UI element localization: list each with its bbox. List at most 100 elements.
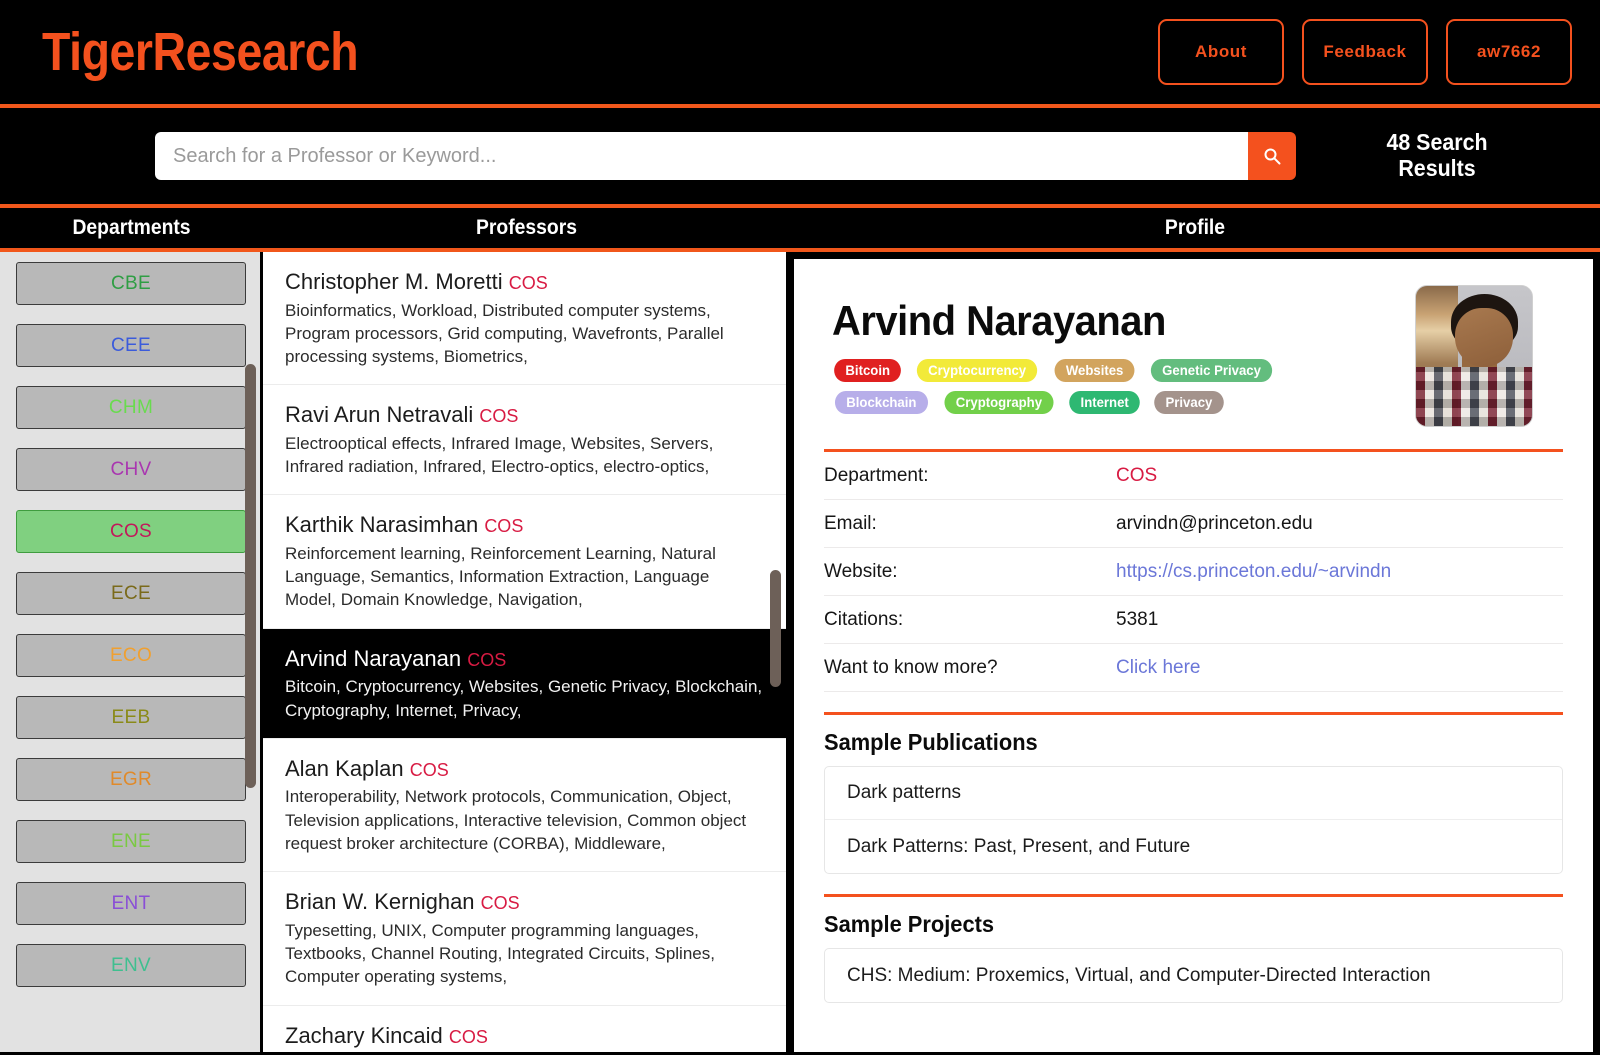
department-button-ent[interactable]: ENT	[16, 882, 246, 925]
professor-department-tag: COS	[479, 406, 518, 426]
publications-list: Dark patternsDark Patterns: Past, Presen…	[824, 766, 1563, 874]
professor-department-tag: COS	[481, 893, 520, 913]
department-button-egr[interactable]: EGR	[16, 758, 246, 801]
profile-tag: Cryptography	[944, 391, 1053, 414]
publications-title: Sample Publications	[824, 729, 1526, 756]
projects-title: Sample Projects	[824, 911, 1526, 938]
divider-publications	[824, 712, 1563, 715]
department-button-eco[interactable]: ECO	[16, 634, 246, 677]
professor-keywords: Bioinformatics, Workload, Distributed co…	[285, 299, 764, 369]
profile-panel: Arvind Narayanan BitcoinCryptocurrencyWe…	[790, 252, 1600, 1052]
professor-department-tag: COS	[410, 760, 449, 780]
profile-info-label: Citations:	[824, 609, 1116, 631]
profile-info-table: Department:COS Email:arvindn@princeton.ed…	[824, 452, 1563, 692]
profile-tag: Genetic Privacy	[1151, 359, 1272, 382]
about-button[interactable]: About	[1158, 19, 1284, 85]
department-button-ene[interactable]: ENE	[16, 820, 246, 863]
professor-list-item[interactable]: Karthik Narasimhan COS Reinforcement lear…	[263, 495, 786, 628]
department-button-chm[interactable]: CHM	[16, 386, 246, 429]
profile-tag: Privacy	[1154, 391, 1223, 414]
department-button-cos[interactable]: COS	[16, 510, 246, 553]
professor-name: Brian W. Kernighan COS	[285, 888, 764, 916]
profile-info-value: 5381	[1116, 609, 1158, 631]
project-row[interactable]: CHS: Medium: Proxemics, Virtual, and Com…	[825, 949, 1562, 1002]
professor-department-tag: COS	[449, 1027, 488, 1047]
account-button[interactable]: aw7662	[1446, 19, 1572, 85]
profile-tag: Internet	[1069, 391, 1140, 414]
profile-info-label: Website:	[824, 561, 1116, 583]
departments-scrollbar[interactable]	[245, 364, 256, 788]
search-input[interactable]	[155, 132, 1248, 180]
professor-list-item[interactable]: Brian W. Kernighan COS Typesetting, UNIX,…	[263, 872, 786, 1005]
search-submit-button[interactable]	[1248, 132, 1296, 180]
profile-tag: Bitcoin	[834, 359, 901, 382]
department-label: ENT	[112, 893, 151, 915]
projects-list: CHS: Medium: Proxemics, Virtual, and Com…	[824, 948, 1563, 1003]
professor-list-item[interactable]: Alan Kaplan COSInteroperability, Network…	[263, 739, 786, 872]
profile-info-value[interactable]: Click here	[1116, 657, 1200, 679]
profile-info-row: Email:arvindn@princeton.edu	[824, 500, 1563, 548]
profile-card: Arvind Narayanan BitcoinCryptocurrencyWe…	[794, 259, 1593, 1052]
publication-row[interactable]: Dark patterns	[825, 767, 1562, 820]
column-headers: Departments Professors Profile	[0, 208, 1600, 252]
column-header-departments: Departments	[11, 216, 253, 240]
profile-identity: Arvind Narayanan BitcoinCryptocurrencyWe…	[824, 285, 1362, 414]
search-icon	[1263, 147, 1281, 165]
search-bar: 48 Search Results	[0, 108, 1600, 208]
professor-list-item[interactable]: Ravi Arun Netravali COSElectrooptical ef…	[263, 385, 786, 495]
professor-name: Zachary Kincaid COS	[285, 1022, 764, 1050]
app-header: TigerResearch About Feedback aw7662	[0, 0, 1600, 108]
profile-header: Arvind Narayanan BitcoinCryptocurrencyWe…	[824, 285, 1563, 427]
profile-info-row: Want to know more?Click here	[824, 644, 1563, 692]
profile-info-label: Email:	[824, 513, 1116, 535]
publication-row[interactable]: Dark Patterns: Past, Present, and Future	[825, 820, 1562, 873]
professor-name: Christopher M. Moretti COS	[285, 268, 764, 296]
department-button-eeb[interactable]: EEB	[16, 696, 246, 739]
professor-department-tag: COS	[467, 650, 506, 670]
profile-info-label: Want to know more?	[824, 657, 1116, 679]
professor-keywords: Interoperability, Network protocols, Com…	[285, 785, 764, 855]
department-label: CEE	[111, 335, 151, 357]
department-button-cbe[interactable]: CBE	[16, 262, 246, 305]
professor-list-item[interactable]: Christopher M. Moretti COS Bioinformatics…	[263, 252, 786, 385]
professor-list-item[interactable]: Arvind Narayanan COSBitcoin, Cryptocurre…	[263, 629, 786, 739]
department-button-chv[interactable]: CHV	[16, 448, 246, 491]
department-button-ece[interactable]: ECE	[16, 572, 246, 615]
professor-name: Karthik Narasimhan COS	[285, 511, 764, 539]
department-button-env[interactable]: ENV	[16, 944, 246, 987]
professors-panel: Christopher M. Moretti COS Bioinformatics…	[263, 252, 790, 1052]
professor-list-item[interactable]: Zachary Kincaid COSData flow graphs, For…	[263, 1006, 786, 1053]
department-label: COS	[110, 521, 152, 543]
profile-info-value[interactable]: https://cs.princeton.edu/~arvindn	[1116, 561, 1391, 583]
results-count-line2: Results	[1349, 156, 1526, 182]
search-results-count: 48 Search Results	[1349, 130, 1526, 182]
professor-keywords: Bitcoin, Cryptocurrency, Websites, Genet…	[285, 675, 764, 722]
profile-tags: BitcoinCryptocurrencyWebsitesGenetic Pri…	[832, 359, 1362, 414]
search-field-group	[155, 132, 1296, 180]
department-button-cee[interactable]: CEE	[16, 324, 246, 367]
avatar-shirt-pattern	[1416, 367, 1532, 426]
department-label: ECE	[111, 583, 151, 605]
professor-department-tag: COS	[509, 273, 548, 293]
feedback-button[interactable]: Feedback	[1302, 19, 1428, 85]
main-content: CBE CEE CHM CHV COS ECE ECO EEB EGR ENE ENT ENV Chr…	[0, 252, 1600, 1052]
professor-keywords: Reinforcement learning, Reinforcement Le…	[285, 542, 764, 612]
profile-info-label: Department:	[824, 465, 1116, 487]
avatar	[1415, 285, 1533, 427]
department-label: ENV	[111, 955, 151, 977]
header-buttons: About Feedback aw7662	[1158, 19, 1572, 85]
department-label: CBE	[111, 273, 151, 295]
professors-list: Christopher M. Moretti COS Bioinformatics…	[263, 252, 786, 1052]
professor-keywords: Typesetting, UNIX, Computer programming …	[285, 919, 764, 989]
column-header-professors: Professors	[284, 216, 769, 240]
results-count-line1: 48 Search	[1349, 130, 1526, 156]
profile-tag: Cryptocurrency	[917, 359, 1038, 382]
profile-info-value: arvindn@princeton.edu	[1116, 513, 1313, 535]
profile-tag: Blockchain	[835, 391, 928, 414]
app-logo: TigerResearch	[42, 21, 358, 83]
professor-keywords: Electrooptical effects, Infrared Image, …	[285, 432, 764, 479]
profile-info-value: COS	[1116, 465, 1157, 487]
professors-scrollbar[interactable]	[770, 570, 781, 687]
department-label: EGR	[110, 769, 152, 791]
department-label: EEB	[112, 707, 151, 729]
